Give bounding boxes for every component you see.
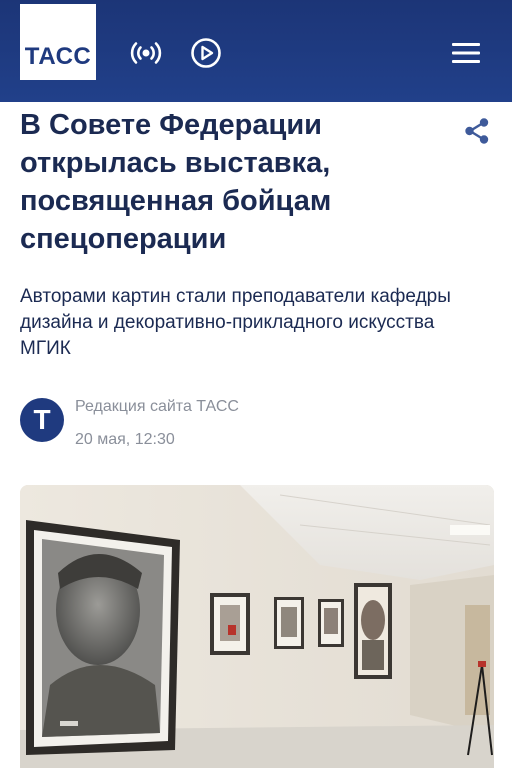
article-photo[interactable] — [20, 485, 494, 768]
tass-logo[interactable]: ТАСС — [20, 4, 96, 80]
top-bar: ТАСС — [0, 0, 512, 102]
play-icon[interactable] — [190, 37, 222, 69]
author-avatar[interactable]: Т — [20, 398, 64, 442]
publish-date: 20 мая, 12:30 — [75, 431, 175, 448]
article-subtitle: Авторами картин стали преподаватели кафе… — [20, 286, 451, 359]
logo-text: ТАСС — [24, 43, 92, 70]
menu-icon[interactable] — [448, 37, 484, 69]
article-title: В Совете Федерации открылась выставка, п… — [20, 109, 332, 255]
author-initial: Т — [33, 404, 51, 435]
radio-icon[interactable] — [130, 37, 162, 69]
author-name[interactable]: Редакция сайта ТАСС — [75, 398, 239, 416]
share-icon[interactable] — [462, 116, 492, 146]
